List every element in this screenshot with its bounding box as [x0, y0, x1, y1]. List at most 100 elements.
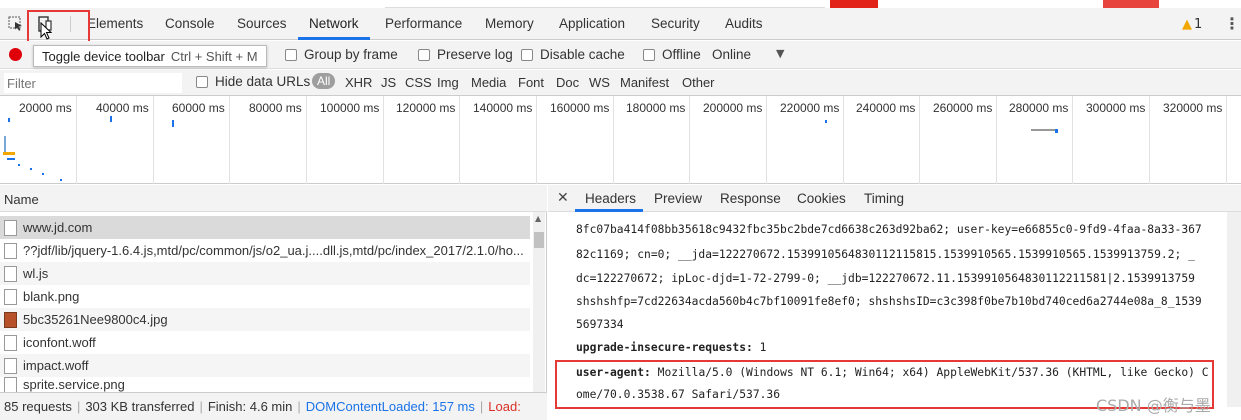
tab-network[interactable]: Network: [309, 16, 359, 31]
timeline-gridline: [536, 96, 537, 184]
request-row[interactable]: 5bc35261Nee9800c4.jpg: [0, 308, 530, 331]
checkbox-box: [521, 48, 533, 61]
timeline-tick-label: 220000 ms: [780, 101, 840, 115]
timeline-tick-label: 140000 ms: [473, 101, 533, 115]
tab-elements[interactable]: Elements: [87, 16, 143, 31]
requests-scrollbar[interactable]: ▲: [533, 212, 545, 392]
filter-type-ws[interactable]: WS: [589, 75, 610, 90]
request-name: blank.png: [23, 289, 80, 304]
request-row[interactable]: wl.js: [0, 262, 530, 285]
request-row[interactable]: sprite.service.png: [0, 377, 530, 392]
timeline-tick-label: 180000 ms: [626, 101, 686, 115]
file-icon: [4, 242, 17, 259]
throttling-select[interactable]: Online: [712, 47, 751, 62]
tab-preview[interactable]: Preview: [654, 191, 702, 206]
filter-type-font[interactable]: Font: [518, 75, 544, 90]
tab-application[interactable]: Application: [559, 16, 625, 31]
cookie-header-line: 5697334: [576, 318, 624, 331]
network-overview-timeline[interactable]: 20000 ms 40000 ms 60000 ms 80000 ms 100000 m…: [0, 96, 1241, 184]
request-row[interactable]: impact.woff: [0, 354, 530, 377]
cookie-header-line: 82c1169; cn=0; __jda=122270672.153991056…: [576, 248, 1195, 261]
filter-input[interactable]: [4, 73, 182, 93]
background-logo: [1103, 0, 1159, 8]
timeline-gridline: [76, 96, 77, 184]
request-row[interactable]: ??jdf/lib/jquery-1.6.4.js,mtd/pc/common/…: [0, 239, 530, 262]
dropdown-arrow-icon[interactable]: ▼: [776, 47, 784, 60]
filter-type-media[interactable]: Media: [471, 75, 506, 90]
file-icon: [4, 219, 17, 236]
disable-cache-checkbox[interactable]: Disable cache: [521, 47, 625, 62]
filter-type-other[interactable]: Other: [682, 75, 715, 90]
tab-timing[interactable]: Timing: [864, 191, 904, 206]
image-file-icon: [4, 311, 17, 328]
transferred-size: 303 KB transferred: [85, 399, 195, 414]
group-by-frame-label: Group by frame: [304, 47, 398, 62]
preserve-log-label: Preserve log: [437, 47, 513, 62]
timeline-bar: [7, 158, 15, 160]
timeline-gridline: [613, 96, 614, 184]
file-icon: [4, 288, 17, 305]
tab-sources[interactable]: Sources: [237, 16, 287, 31]
tab-headers[interactable]: Headers: [585, 191, 636, 206]
tab-response[interactable]: Response: [720, 191, 781, 206]
checkbox-box: [418, 48, 430, 61]
network-toolbar: Toggle device toolbar Ctrl + Shift + M Gr…: [0, 41, 1241, 69]
timeline-tick-label: 200000 ms: [703, 101, 763, 115]
scrollbar-thumb[interactable]: [534, 232, 544, 248]
timeline-tick-label: 240000 ms: [856, 101, 916, 115]
request-row[interactable]: iconfont.woff: [0, 331, 530, 354]
filter-type-doc[interactable]: Doc: [556, 75, 579, 90]
more-options-icon[interactable]: ⋮: [1224, 14, 1240, 33]
scroll-up-icon[interactable]: ▲: [535, 214, 541, 223]
timeline-gridline: [459, 96, 460, 184]
filter-type-css[interactable]: CSS: [405, 75, 432, 90]
preserve-log-checkbox[interactable]: Preserve log: [418, 47, 513, 62]
tab-memory[interactable]: Memory: [485, 16, 534, 31]
request-row[interactable]: www.jd.com: [0, 216, 530, 239]
tab-security[interactable]: Security: [651, 16, 700, 31]
offline-label: Offline: [662, 47, 701, 62]
request-row[interactable]: blank.png: [0, 285, 530, 308]
timeline-tick-label: 40000 ms: [96, 101, 149, 115]
timeline-bar: [60, 179, 62, 181]
file-icon: [4, 334, 17, 351]
filter-type-manifest[interactable]: Manifest: [620, 75, 669, 90]
timeline-gridline: [229, 96, 230, 184]
tab-cookies[interactable]: Cookies: [797, 191, 846, 206]
filter-type-js[interactable]: JS: [381, 75, 396, 90]
filter-type-xhr[interactable]: XHR: [345, 75, 372, 90]
timeline-gridline: [1072, 96, 1073, 184]
tab-console[interactable]: Console: [165, 16, 215, 31]
warnings-counter[interactable]: ▲ 1: [1182, 17, 1202, 32]
timeline-gridline: [689, 96, 690, 184]
watermark: CSDN @衡与墨: [1096, 396, 1211, 415]
filter-type-img[interactable]: Img: [437, 75, 459, 90]
timeline-gridline: [996, 96, 997, 184]
request-name: wl.js: [23, 266, 49, 281]
close-icon[interactable]: ✕: [557, 190, 569, 206]
timeline-bar: [30, 168, 32, 170]
hide-data-urls-label: Hide data URLs: [215, 74, 311, 89]
tab-performance[interactable]: Performance: [385, 16, 462, 31]
filter-type-all[interactable]: All: [312, 73, 336, 89]
warnings-count: 1: [1194, 17, 1203, 32]
finish-time: Finish: 4.6 min: [207, 399, 293, 414]
details-scrollbar[interactable]: [1227, 212, 1241, 407]
request-name: impact.woff: [23, 358, 89, 373]
cookie-header-line: dc=122270672; ipLoc-djd=1-72-2799-0; __j…: [576, 272, 1195, 285]
record-button[interactable]: [9, 48, 22, 61]
tab-audits[interactable]: Audits: [725, 16, 763, 31]
timeline-tick-label: 260000 ms: [933, 101, 993, 115]
group-by-frame-checkbox[interactable]: Group by frame: [285, 47, 398, 62]
inspect-element-icon[interactable]: [8, 16, 24, 32]
filter-bar: Hide data URLs All XHR JS CSS Img Media …: [0, 70, 1241, 96]
throttling-value: Online: [712, 47, 752, 62]
request-name: iconfont.woff: [23, 335, 96, 350]
background-search-box: [385, 0, 825, 8]
timeline-gridline: [919, 96, 920, 184]
hide-data-urls-checkbox[interactable]: Hide data URLs: [196, 74, 310, 89]
cookie-header-line: shshshfp=7cd22634acda560b4c7bf10091fe8ef…: [576, 295, 1202, 308]
name-column-header[interactable]: Name: [0, 185, 547, 212]
timeline-bar: [1031, 129, 1056, 131]
offline-checkbox[interactable]: Offline: [643, 47, 701, 62]
